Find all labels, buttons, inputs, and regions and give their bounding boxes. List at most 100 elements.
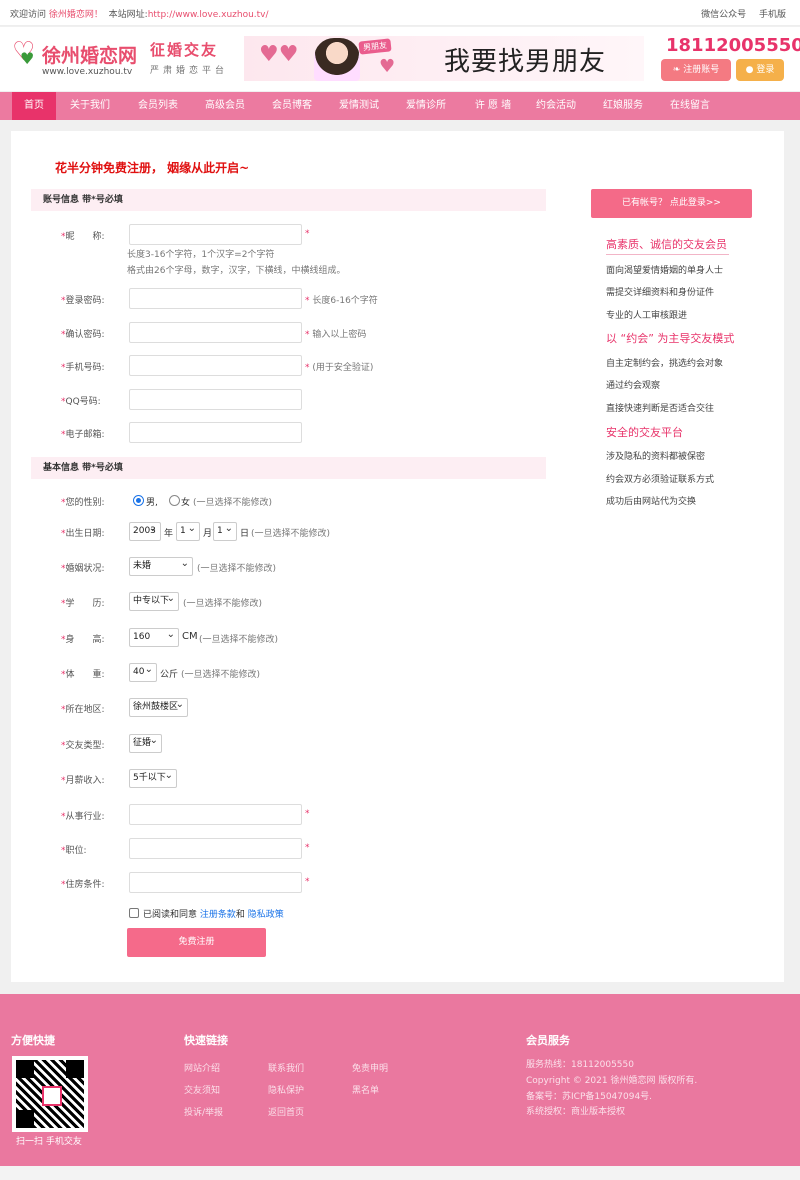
position-row: *职位: * [11,838,551,860]
footer-copyright: Copyright © 2021 徐州婚恋网 版权所有. [526,1076,698,1086]
footer-col1-title: 方便快捷 [11,1034,55,1047]
password-row: *登录密码: * 长度6-16个字符 [11,288,551,310]
footer-link-contact[interactable]: 联系我们 [268,1061,304,1074]
nav-item-love-clinic[interactable]: 爱情诊所 [395,92,457,120]
banner-tag: 男朋友 [358,38,392,55]
birth-note: (一旦选择不能修改) [251,529,331,539]
birth-month-select[interactable]: 1 [176,520,200,541]
footer-link-disclaimer[interactable]: 免责申明 [352,1061,388,1074]
site-logo[interactable]: ♡ ♥ 徐州婚恋网 www.love.xuzhou.tv [12,39,142,79]
gender-male-radio[interactable] [133,495,144,506]
nav-item-love-test[interactable]: 爱情测试 [328,92,390,120]
footer-link-dating-notice[interactable]: 交友须知 [184,1083,220,1096]
education-select[interactable]: 中专以下 [129,590,179,611]
wechat-link[interactable]: 微信公众号 [701,10,746,20]
register-label: 注册账号 [683,65,720,75]
height-label: 身 高: [65,635,105,645]
qq-label: QQ号码: [65,397,101,407]
gender-male-label: 男, [146,498,158,508]
sidebar-heading-2: 以 “约会” 为主导交友模式 [606,332,735,345]
gender-female-radio[interactable] [169,495,180,506]
nav-item-message[interactable]: 在线留言 [659,92,721,120]
marital-note: (一旦选择不能修改) [197,564,277,574]
nav-item-about[interactable]: 关于我们 [60,92,120,120]
email-input[interactable] [129,422,302,443]
mobile-link[interactable]: 手机版 [759,10,786,20]
qr-caption: 扫一扫 手机交友 [16,1137,82,1147]
hearts-decoration-icon: ♥♥ [259,42,299,67]
footer-link-report[interactable]: 投诉/举报 [184,1105,223,1118]
birth-year-select[interactable]: 2003 [129,520,161,541]
qr-code [12,1056,88,1132]
site-url-link[interactable]: http://www.love.xuzhou.tv/ [148,10,269,20]
weight-unit: 公斤 [160,670,179,680]
gender-label: 您的性别: [65,498,105,508]
education-note: (一旦选择不能修改) [183,599,263,609]
height-select[interactable]: 160 [129,626,179,647]
register-button[interactable]: ❧ 注册账号 [661,59,731,81]
sidebar-point-6: 直接快速判断是否适合交往 [606,404,715,414]
housing-input[interactable] [129,872,302,893]
area-select[interactable]: 徐州鼓楼区 [129,696,188,717]
nickname-input[interactable] [129,224,302,245]
header: ♡ ♥ 徐州婚恋网 www.love.xuzhou.tv 征婚交友 严肃婚恋平台… [0,27,800,91]
qq-row: *QQ号码: [11,389,551,411]
site-name-link[interactable]: 徐州婚恋网 [49,10,94,20]
phone-note: (用于安全验证) [312,363,374,373]
section-basic: 基本信息 带*号必填 [31,457,546,479]
month-unit: 月 [203,529,213,539]
footer-link-privacy[interactable]: 隐私保护 [268,1083,304,1096]
nav-item-vip[interactable]: 高级会员 [194,92,256,120]
income-select[interactable]: 5千以下 [129,767,177,788]
nav-item-dating-events[interactable]: 约会活动 [525,92,587,120]
password-input[interactable] [129,288,302,309]
register-title: 花半分钟免费注册， 姻缘从此开启~ [55,161,250,175]
nav-item-matchmaker[interactable]: 红娘服务 [592,92,654,120]
industry-input[interactable] [129,804,302,825]
confirm-password-input[interactable] [129,322,302,343]
footer-link-home[interactable]: 返回首页 [268,1105,304,1118]
logo-url: www.love.xuzhou.tv [42,67,133,77]
marital-select[interactable]: 未婚 [129,555,193,576]
nav-item-blog[interactable]: 会员博客 [261,92,323,120]
agree-checkbox[interactable] [129,908,139,918]
nav-item-home[interactable]: 首页 [12,92,56,120]
position-input[interactable] [129,838,302,859]
footer-link-about-site[interactable]: 网站介绍 [184,1061,220,1074]
phone-input[interactable] [129,355,302,376]
dating-type-select[interactable]: 征婚 [129,732,162,753]
bottom-bar [0,1166,800,1180]
email-row: *电子邮箱: [11,422,551,444]
housing-label: 住房条件: [65,880,105,890]
industry-label: 从事行业: [65,812,105,822]
birth-day-select[interactable]: 1 [213,520,237,541]
footer-license: 系统授权：商业版本授权 [526,1107,626,1117]
nav-item-members[interactable]: 会员列表 [127,92,189,120]
privacy-link[interactable]: 隐私政策 [248,910,284,920]
terms-link[interactable]: 注册条款 [200,910,236,920]
header-banner[interactable]: ♥♥ 男朋友 ♥ 我要找男朋友 [244,36,644,81]
sidebar-point-7: 涉及隐私的资料都被保密 [606,452,706,462]
welcome-suffix: ！ [93,10,103,20]
height-row: *身 高: 160 CM (一旦选择不能修改) [11,626,551,649]
footer-link-blacklist[interactable]: 黑名单 [352,1083,379,1096]
position-label: 职位: [65,846,87,856]
day-unit: 日 [240,529,250,539]
login-button[interactable]: ● 登录 [736,59,784,81]
height-unit: CM [182,631,198,642]
free-register-button[interactable]: 免费注册 [127,928,266,957]
nav-item-wish-wall[interactable]: 许 愿 墙 [462,92,524,120]
sidebar-login-button[interactable]: 已有帐号？ 点此登录>> [591,189,752,218]
qq-input[interactable] [129,389,302,410]
dating-type-label: 交友类型: [65,741,105,751]
login-label: 登录 [756,65,775,75]
main-nav: 首页 关于我们 会员列表 高级会员 会员博客 爱情测试 爱情诊所 许 愿 墙 约… [0,92,800,120]
nickname-hint-1: 长度3-16个字符，1个汉字=2个字符 [127,250,275,260]
gender-female-label: 女 [181,498,191,508]
weight-select[interactable]: 40 [129,661,157,682]
user-icon: ● [745,65,754,75]
footer-col2-title: 快速链接 [184,1034,228,1047]
weight-row: *体 重: 40 公斤 (一旦选择不能修改) [11,661,551,684]
gender-note: (一旦选择不能修改) [193,498,273,508]
sidebar-point-5: 通过约会观察 [606,381,661,391]
